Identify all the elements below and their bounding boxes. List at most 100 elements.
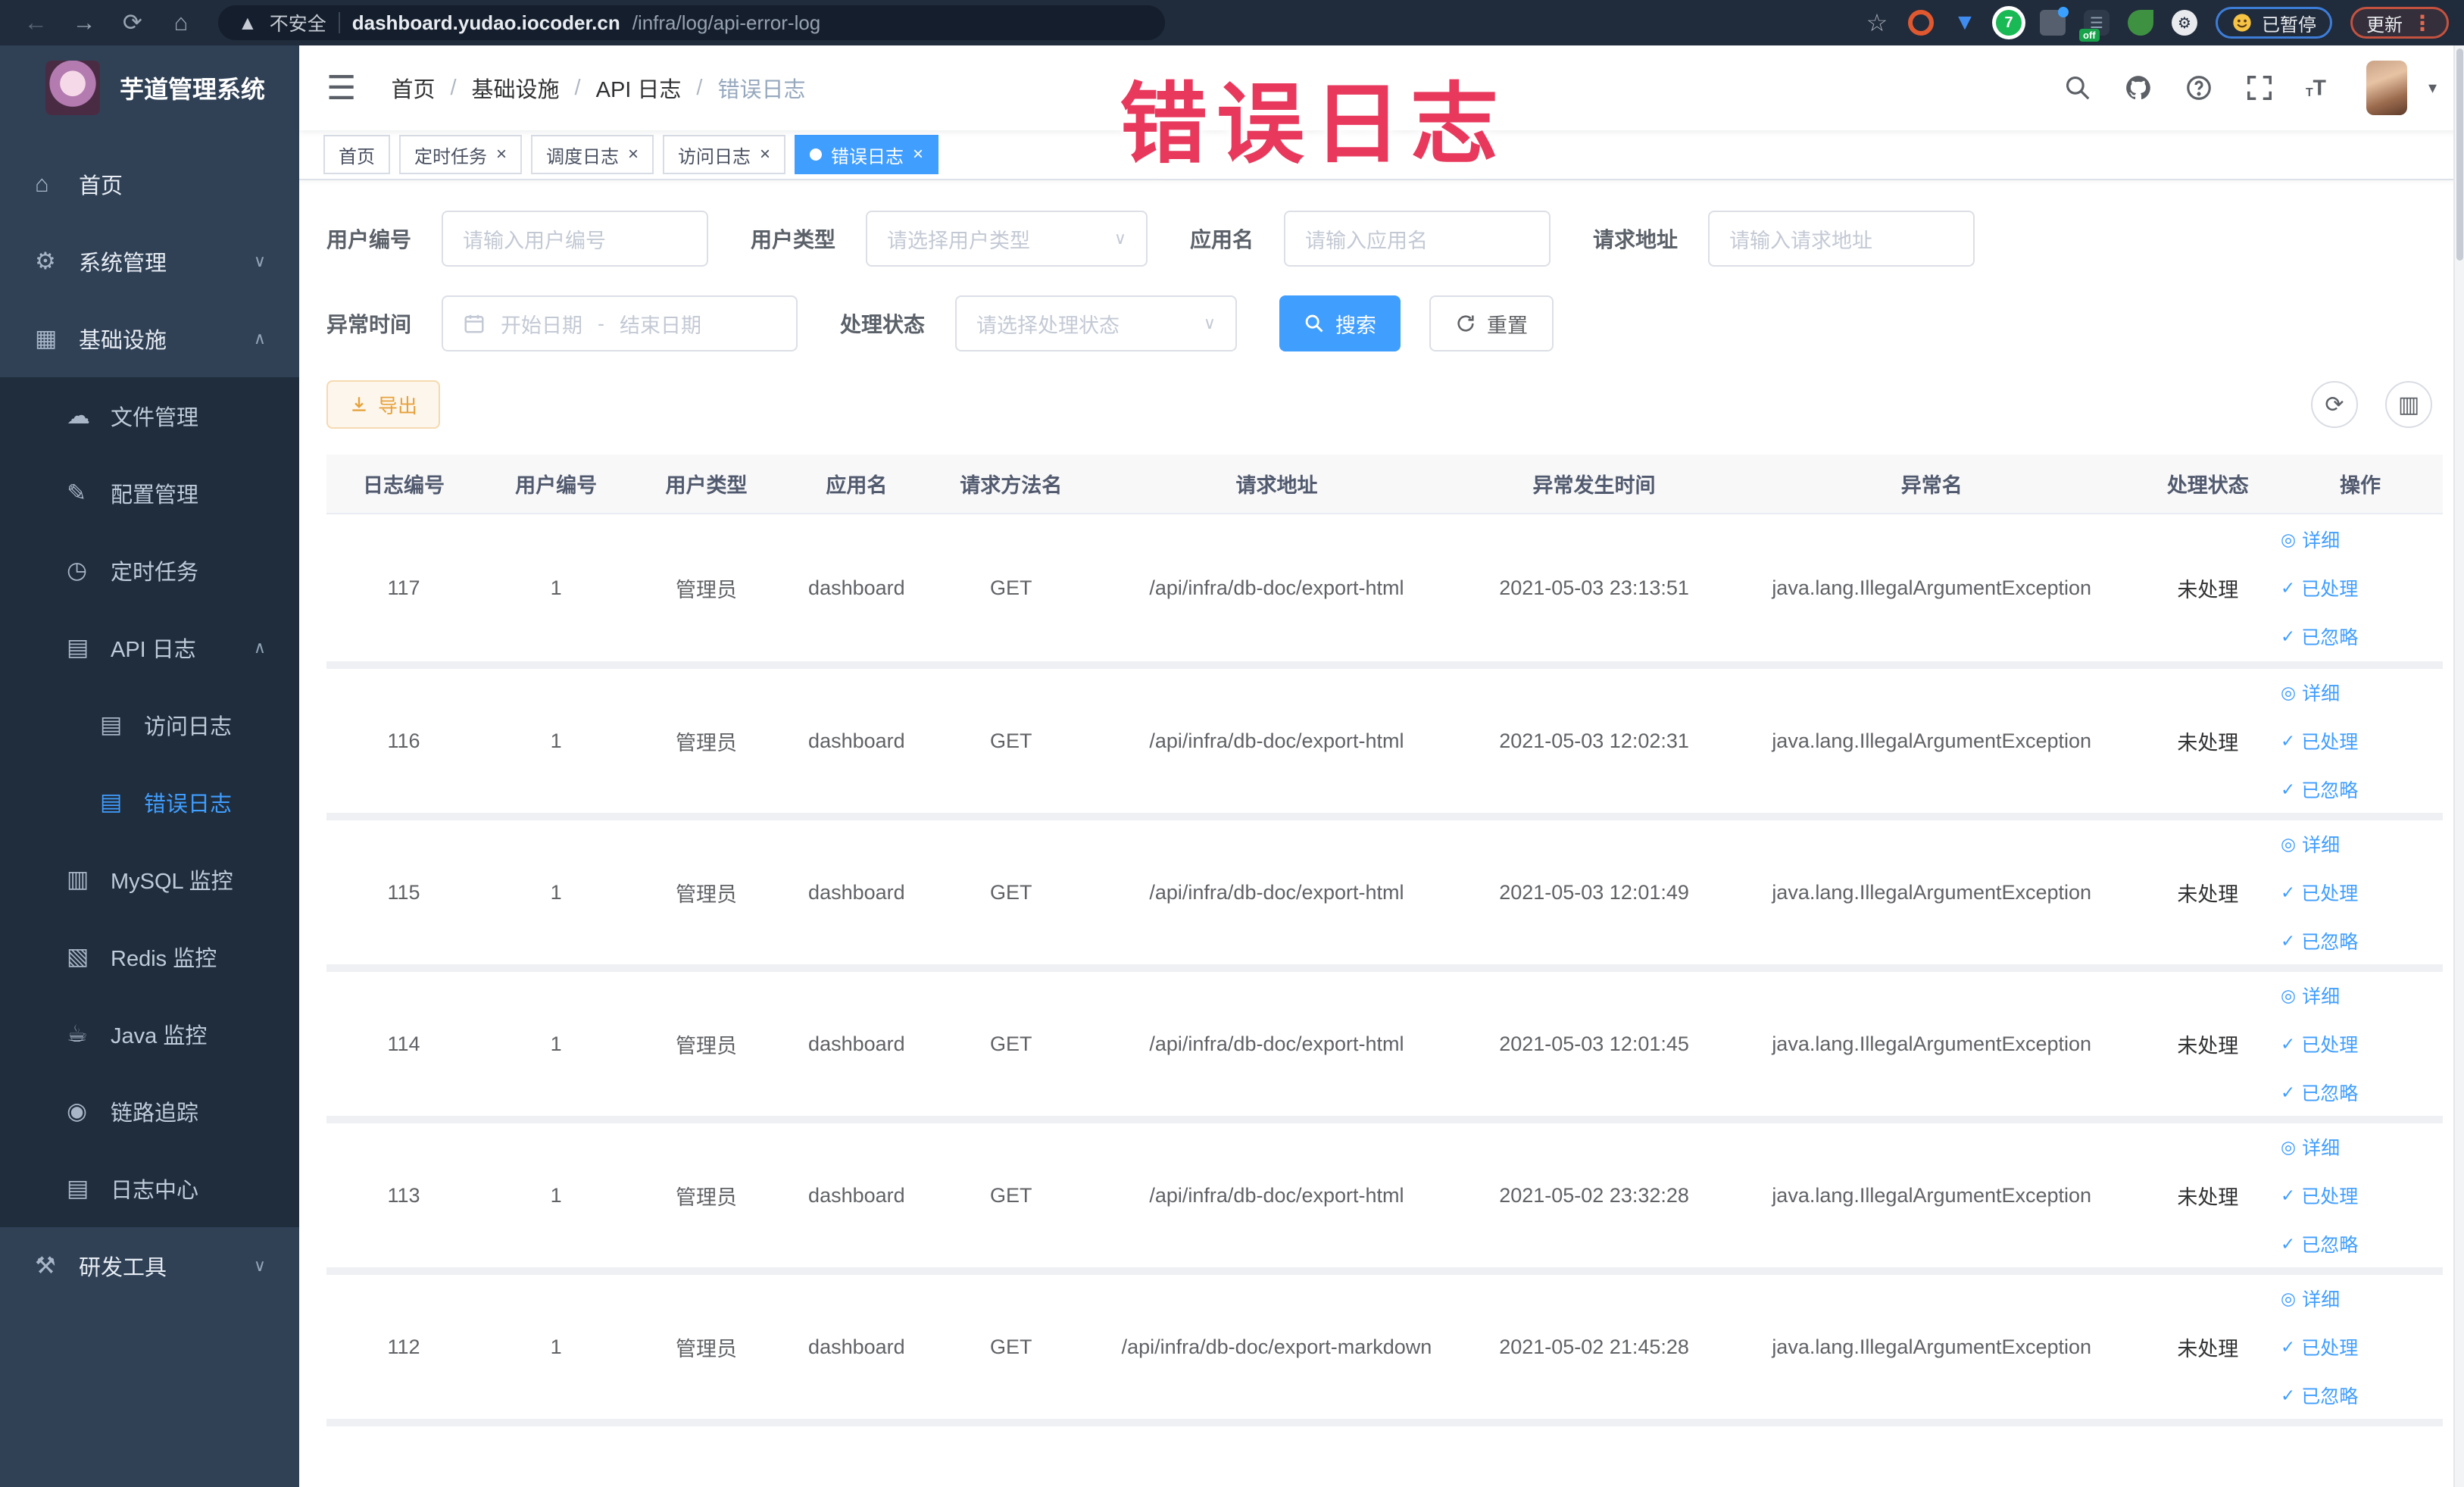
sidebar-item-5[interactable]: ◷ 定时任务 [0, 532, 299, 609]
sidebar-item-2[interactable]: ▦ 基础设施 ∧ [0, 300, 299, 377]
action-processed-link[interactable]: ✓ 已处理 [2281, 1030, 2358, 1057]
sidebar-item-0[interactable]: ⌂ 首页 [0, 145, 299, 223]
column-header-2: 用户类型 [631, 455, 782, 514]
extension-orange-ring-icon[interactable] [1908, 10, 1934, 36]
date-range-picker[interactable]: 开始日期 - 结束日期 [442, 295, 798, 351]
reload-icon[interactable]: ⟳ [112, 9, 153, 36]
action-ignored-link[interactable]: ✓ 已忽略 [2281, 1230, 2358, 1257]
export-button[interactable]: 导出 [326, 380, 441, 429]
action-ignored-link[interactable]: ✓ 已忽略 [2281, 623, 2358, 650]
kebab-menu-icon[interactable]: ⋮ [2412, 11, 2433, 36]
cell-url: /api/infra/db-doc/export-html [1090, 1120, 1463, 1275]
github-icon[interactable] [2124, 73, 2153, 102]
cell-time: 2021-05-03 12:02:31 [1463, 665, 1725, 820]
extension-grid-icon[interactable] [2040, 7, 2069, 36]
action-detail-link[interactable]: ◎ 详细 [2281, 1285, 2340, 1312]
tab-4[interactable]: 错误日志 × [795, 135, 939, 174]
user-avatar[interactable] [2366, 61, 2407, 115]
sidebar-item-11[interactable]: ☕ Java 监控 [0, 995, 299, 1073]
sidebar-item-6[interactable]: ▤ API 日志 ∧ [0, 609, 299, 686]
extension-blue-shield-icon[interactable]: ▼ [1952, 10, 1978, 36]
action-processed-link[interactable]: ✓ 已处理 [2281, 1182, 2358, 1209]
cell-actions: ◎ 详细 ✓ 已处理 ✓ 已忽略 [2278, 817, 2443, 972]
browser-extensions-area: ☆ ▼ 7 ☰ off ⚙ 已暂停 更新 ⋮ [1864, 7, 2449, 42]
action-ignored-link[interactable]: ✓ 已忽略 [2281, 776, 2358, 803]
user-id-input[interactable]: 请输入用户编号 [442, 211, 709, 267]
action-detail-link[interactable]: ◎ 详细 [2281, 526, 2340, 553]
bookmark-star-icon[interactable]: ☆ [1864, 9, 1890, 36]
fullscreen-icon[interactable] [2245, 73, 2274, 102]
sidebar-item-10[interactable]: ▧ Redis 监控 [0, 918, 299, 995]
start-date-placeholder[interactable]: 开始日期 [501, 309, 582, 339]
action-ignored-link[interactable]: ✓ 已忽略 [2281, 1079, 2358, 1106]
search-icon[interactable] [2063, 73, 2092, 102]
action-label: 详细 [2302, 986, 2341, 1007]
home-icon[interactable]: ⌂ [161, 9, 201, 36]
hamburger-icon[interactable]: ☰ [326, 69, 356, 108]
close-icon[interactable]: × [496, 145, 507, 164]
process-status-select[interactable]: 请选择处理状态 ∨ [955, 295, 1238, 351]
table-row-1: 116 1 管理员 dashboard GET/api/infra/db-doc/exp… [326, 665, 2443, 820]
font-size-icon[interactable]: T T [2306, 73, 2334, 102]
sidebar-item-8[interactable]: ▤ 错误日志 [0, 764, 299, 841]
update-button[interactable]: 更新 ⋮ [2350, 7, 2449, 39]
breadcrumb-item-2[interactable]: API 日志 [596, 72, 682, 104]
sidebar-item-3[interactable]: ☁ 文件管理 [0, 377, 299, 455]
breadcrumb-item-0[interactable]: 首页 [391, 72, 435, 104]
avatar-caret-down-icon[interactable]: ▾ [2428, 78, 2437, 98]
page-scrollbar[interactable] [2453, 45, 2464, 1487]
tab-3[interactable]: 访问日志 × [663, 135, 786, 174]
action-label: 详细 [2302, 530, 2341, 551]
end-date-placeholder[interactable]: 结束日期 [620, 309, 701, 339]
action-processed-link[interactable]: ✓ 已处理 [2281, 1333, 2358, 1360]
action-processed-link[interactable]: ✓ 已处理 [2281, 879, 2358, 906]
paused-badge[interactable]: 已暂停 [2216, 7, 2332, 39]
close-icon[interactable]: × [628, 145, 639, 164]
extension-leaf-icon[interactable] [2128, 10, 2153, 36]
close-icon[interactable]: × [760, 145, 770, 164]
sidebar-item-1[interactable]: ⚙ 系统管理 ∨ [0, 223, 299, 300]
user-type-select[interactable]: 请选择用户类型 ∨ [866, 211, 1148, 267]
reset-button[interactable]: 重置 [1429, 295, 1554, 351]
extensions-puzzle-icon[interactable]: ⚙ [2172, 10, 2197, 36]
action-detail-link[interactable]: ◎ 详细 [2281, 1133, 2340, 1161]
close-icon[interactable]: × [913, 145, 923, 164]
check-icon: ✓ [2281, 577, 2296, 598]
sidebar-item-9[interactable]: ▥ MySQL 监控 [0, 841, 299, 918]
sidebar-item-7[interactable]: ▤ 访问日志 [0, 686, 299, 764]
cell-exception: java.lang.IllegalArgumentException [1725, 1120, 2138, 1275]
tab-0[interactable]: 首页 [323, 135, 390, 174]
sidebar-item-13[interactable]: ▤ 日志中心 [0, 1150, 299, 1227]
action-detail-link[interactable]: ◎ 详细 [2281, 830, 2340, 858]
extension-off-icon[interactable]: ☰ off [2079, 10, 2110, 42]
sidebar-item-12[interactable]: ◉ 链路追踪 [0, 1073, 299, 1150]
forward-icon[interactable]: → [64, 9, 105, 36]
action-ignored-link[interactable]: ✓ 已忽略 [2281, 1382, 2358, 1409]
search-button[interactable]: 搜索 [1279, 295, 1401, 351]
action-processed-link[interactable]: ✓ 已处理 [2281, 574, 2358, 601]
action-ignored-link[interactable]: ✓ 已忽略 [2281, 927, 2358, 954]
tab-1[interactable]: 定时任务 × [399, 135, 523, 174]
sidebar-logo-row[interactable]: 芋道管理系统 [0, 45, 299, 130]
redis-icon: ▧ [67, 943, 89, 970]
breadcrumb-item-1[interactable]: 基础设施 [472, 72, 560, 104]
user-type-placeholder: 请选择用户类型 [887, 229, 1031, 252]
help-icon[interactable] [2184, 73, 2213, 102]
scrollbar-thumb[interactable] [2456, 48, 2463, 261]
back-icon[interactable]: ← [15, 9, 56, 36]
sidebar-item-14[interactable]: ⚒ 研发工具 ∨ [0, 1227, 299, 1304]
app-window: 芋道管理系统 ⌂ 首页 ⚙ 系统管理 ∨ ▦ 基础设施 ∧ ☁ 文件管理 ✎ 配… [0, 45, 2464, 1487]
cell-user_type: 管理员 [631, 968, 782, 1123]
app-name-input[interactable]: 请输入应用名 [1284, 211, 1551, 267]
tab-2[interactable]: 调度日志 × [531, 135, 654, 174]
action-processed-link[interactable]: ✓ 已处理 [2281, 727, 2358, 754]
request-url-input[interactable]: 请输入请求地址 [1708, 211, 1975, 267]
action-detail-link[interactable]: ◎ 详细 [2281, 982, 2340, 1009]
extension-green-badge-icon[interactable]: 7 [1996, 10, 2022, 36]
column-settings-button[interactable]: ▥ [2385, 381, 2432, 428]
breadcrumb-separator: / [450, 75, 457, 100]
refresh-table-button[interactable]: ⟳ [2311, 381, 2358, 428]
address-bar[interactable]: ▲ 不安全 dashboard.yudao.iocoder.cn /infra/… [218, 5, 1165, 40]
sidebar-item-4[interactable]: ✎ 配置管理 [0, 455, 299, 532]
action-detail-link[interactable]: ◎ 详细 [2281, 679, 2340, 706]
